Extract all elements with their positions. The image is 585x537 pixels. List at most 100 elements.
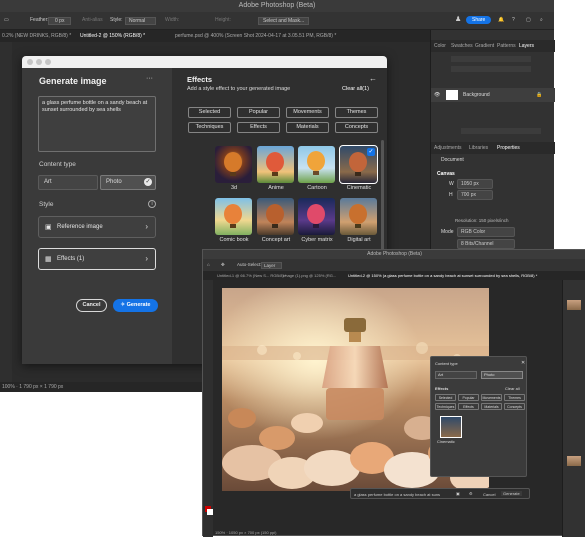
category-materials[interactable]: Materials xyxy=(481,403,502,410)
color-tabs: Color Swatches Gradient Patterns Layers xyxy=(431,40,555,52)
doc-tab[interactable]: Image (1).png @ 125% (RG... xyxy=(283,273,336,278)
category-effects[interactable]: Effects xyxy=(458,403,479,410)
generate-mini-panel: Content type ✕ Art Photo Effects Clear a… xyxy=(430,356,527,477)
category-selected[interactable]: Selected xyxy=(435,394,456,401)
cancel-button[interactable]: Cancel xyxy=(76,299,107,312)
tab-color[interactable]: Color xyxy=(434,43,446,49)
workspace-icon[interactable]: ▢ xyxy=(526,17,531,23)
document-tabs: Untitled-1 @ 66.7% (New S... RGB/8) * Im… xyxy=(203,271,585,280)
move-tool-icon[interactable]: ✥ xyxy=(221,262,225,268)
bell-icon[interactable]: 🔔 xyxy=(498,17,504,23)
eye-icon[interactable]: 👁 xyxy=(434,92,440,98)
h-label: H xyxy=(449,192,453,198)
home-icon[interactable]: ⌂ xyxy=(207,262,210,267)
prompt-input[interactable]: a glass perfume bottle on a sandy beach … xyxy=(354,492,440,497)
effect-cyber-matrix-thumbnail[interactable] xyxy=(298,198,335,235)
tab-patterns[interactable]: Patterns xyxy=(497,43,516,49)
width-input[interactable]: 1050 px xyxy=(457,179,493,189)
category-movements[interactable]: Movements xyxy=(481,394,502,401)
select-and-mask-button[interactable]: Select and Mask... xyxy=(258,17,310,25)
content-type-photo[interactable]: Photo ✓ xyxy=(100,175,156,190)
category-movements[interactable]: Movements xyxy=(286,107,329,118)
share-button[interactable]: Share xyxy=(466,16,492,24)
generate-button[interactable]: ✧ Generate xyxy=(113,299,158,312)
marquee-tool-icon[interactable]: ▭ xyxy=(4,17,9,23)
category-concepts[interactable]: Concepts xyxy=(504,403,525,410)
photo-option[interactable]: Photo xyxy=(481,371,523,379)
clear-all-link[interactable]: Clear all(1) xyxy=(342,86,369,92)
tools-panel[interactable] xyxy=(203,280,213,537)
cinematic-thumbnail[interactable] xyxy=(440,416,462,438)
category-techniques[interactable]: Techniques xyxy=(188,122,231,133)
bit-depth-dropdown[interactable]: 8 Bits/Channel xyxy=(457,239,515,249)
category-themes[interactable]: Themes xyxy=(504,394,525,401)
effect-comic-book-thumbnail[interactable] xyxy=(215,198,252,235)
category-effects[interactable]: Effects xyxy=(237,122,280,133)
category-techniques[interactable]: Techniques xyxy=(435,403,456,410)
close-dot-icon[interactable] xyxy=(27,59,33,65)
background-color-swatch[interactable] xyxy=(207,509,213,515)
effect-cinematic-thumbnail[interactable]: ✓ xyxy=(339,145,378,184)
adjust-icon[interactable]: ⚙ xyxy=(469,491,473,496)
effects-button[interactable]: ▦ Effects (1) › xyxy=(38,248,156,270)
doc-tab[interactable]: 0.2% (NEW DRINKS, RGB/8) * xyxy=(2,33,71,39)
person-icon[interactable]: ♟ xyxy=(455,15,461,23)
category-popular[interactable]: Popular xyxy=(458,394,479,401)
art-option[interactable]: Art xyxy=(435,371,477,379)
more-options-icon[interactable]: ··· xyxy=(146,75,153,82)
effect-3d-label: 3d xyxy=(230,185,238,191)
tab-properties[interactable]: Properties xyxy=(497,145,520,151)
doc-tab[interactable]: Untitled-2 @ 150% (a glass perfume bottl… xyxy=(348,273,537,278)
doc-tab[interactable]: Untitled-2 @ 150% (RGB/8) * xyxy=(80,33,145,39)
feather-input[interactable]: 0 px xyxy=(48,17,72,25)
cancel-button[interactable]: Cancel xyxy=(483,492,495,497)
tab-gradient[interactable]: Gradient xyxy=(475,43,494,49)
style-dropdown[interactable]: Normal xyxy=(125,17,157,25)
auto-select-checkbox[interactable]: Auto-Select: xyxy=(237,262,262,267)
effect-3d-thumbnail[interactable] xyxy=(215,146,252,183)
image-icon[interactable]: ▣ xyxy=(456,491,460,496)
category-materials[interactable]: Materials xyxy=(286,122,329,133)
category-selected[interactable]: Selected xyxy=(188,107,231,118)
effects-title: Effects xyxy=(187,75,213,84)
height-input[interactable]: 700 px xyxy=(457,190,493,200)
zoom-dot-icon[interactable] xyxy=(45,59,51,65)
effect-anime-thumbnail[interactable] xyxy=(257,146,294,183)
tab-adjustments[interactable]: Adjustments xyxy=(434,145,462,151)
layers-toolbar xyxy=(451,66,531,72)
search-icon[interactable]: ⌕ xyxy=(540,17,543,23)
layer-dropdown[interactable]: Layer xyxy=(261,262,283,269)
dialog-titlebar xyxy=(22,56,387,68)
effect-concept-art-thumbnail[interactable] xyxy=(257,198,294,235)
help-icon[interactable]: ? xyxy=(512,17,515,23)
image-icon: ▣ xyxy=(45,224,52,231)
tab-libraries[interactable]: Libraries xyxy=(469,145,488,151)
anti-alias-checkbox[interactable]: Anti-alias xyxy=(82,17,103,23)
style-label: Style xyxy=(39,201,54,208)
doc-tab[interactable]: perfume.psd @ 400% (Screen Shot 2024-04-… xyxy=(175,33,336,39)
generate-button[interactable]: Generate xyxy=(501,491,522,496)
reference-image-button[interactable]: ▣ Reference image › xyxy=(38,216,156,238)
prompt-textarea[interactable]: a glass perfume bottle on a sandy beach … xyxy=(38,96,156,152)
mode-dropdown[interactable]: RGB Color xyxy=(457,227,515,237)
arrow-left-icon[interactable]: ← xyxy=(369,74,377,83)
tab-swatches[interactable]: Swatches xyxy=(451,43,473,49)
layer-row[interactable]: 👁 Background 🔒 xyxy=(431,88,555,102)
effect-digital-art-thumbnail[interactable] xyxy=(340,198,377,235)
layers-toolbar xyxy=(451,56,531,62)
info-icon[interactable]: i xyxy=(148,200,156,208)
category-popular[interactable]: Popular xyxy=(237,107,280,118)
effect-cartoon-thumbnail[interactable] xyxy=(298,146,335,183)
close-icon[interactable]: ✕ xyxy=(521,360,525,366)
category-themes[interactable]: Themes xyxy=(335,107,378,118)
effects-subtitle: Add a style effect to your generated ima… xyxy=(187,86,291,92)
tab-layers[interactable]: Layers xyxy=(519,43,534,49)
tools-panel[interactable] xyxy=(0,42,12,382)
content-type-art[interactable]: Art xyxy=(38,175,98,190)
canvas-label: Canvas xyxy=(437,171,455,177)
doc-tab[interactable]: Untitled-1 @ 66.7% (New S... RGB/8) * xyxy=(217,273,286,278)
minimize-dot-icon[interactable] xyxy=(36,59,42,65)
clear-all-link[interactable]: Clear all xyxy=(505,386,520,391)
effects-scrollbar[interactable] xyxy=(381,140,384,260)
category-concepts[interactable]: Concepts xyxy=(335,122,378,133)
